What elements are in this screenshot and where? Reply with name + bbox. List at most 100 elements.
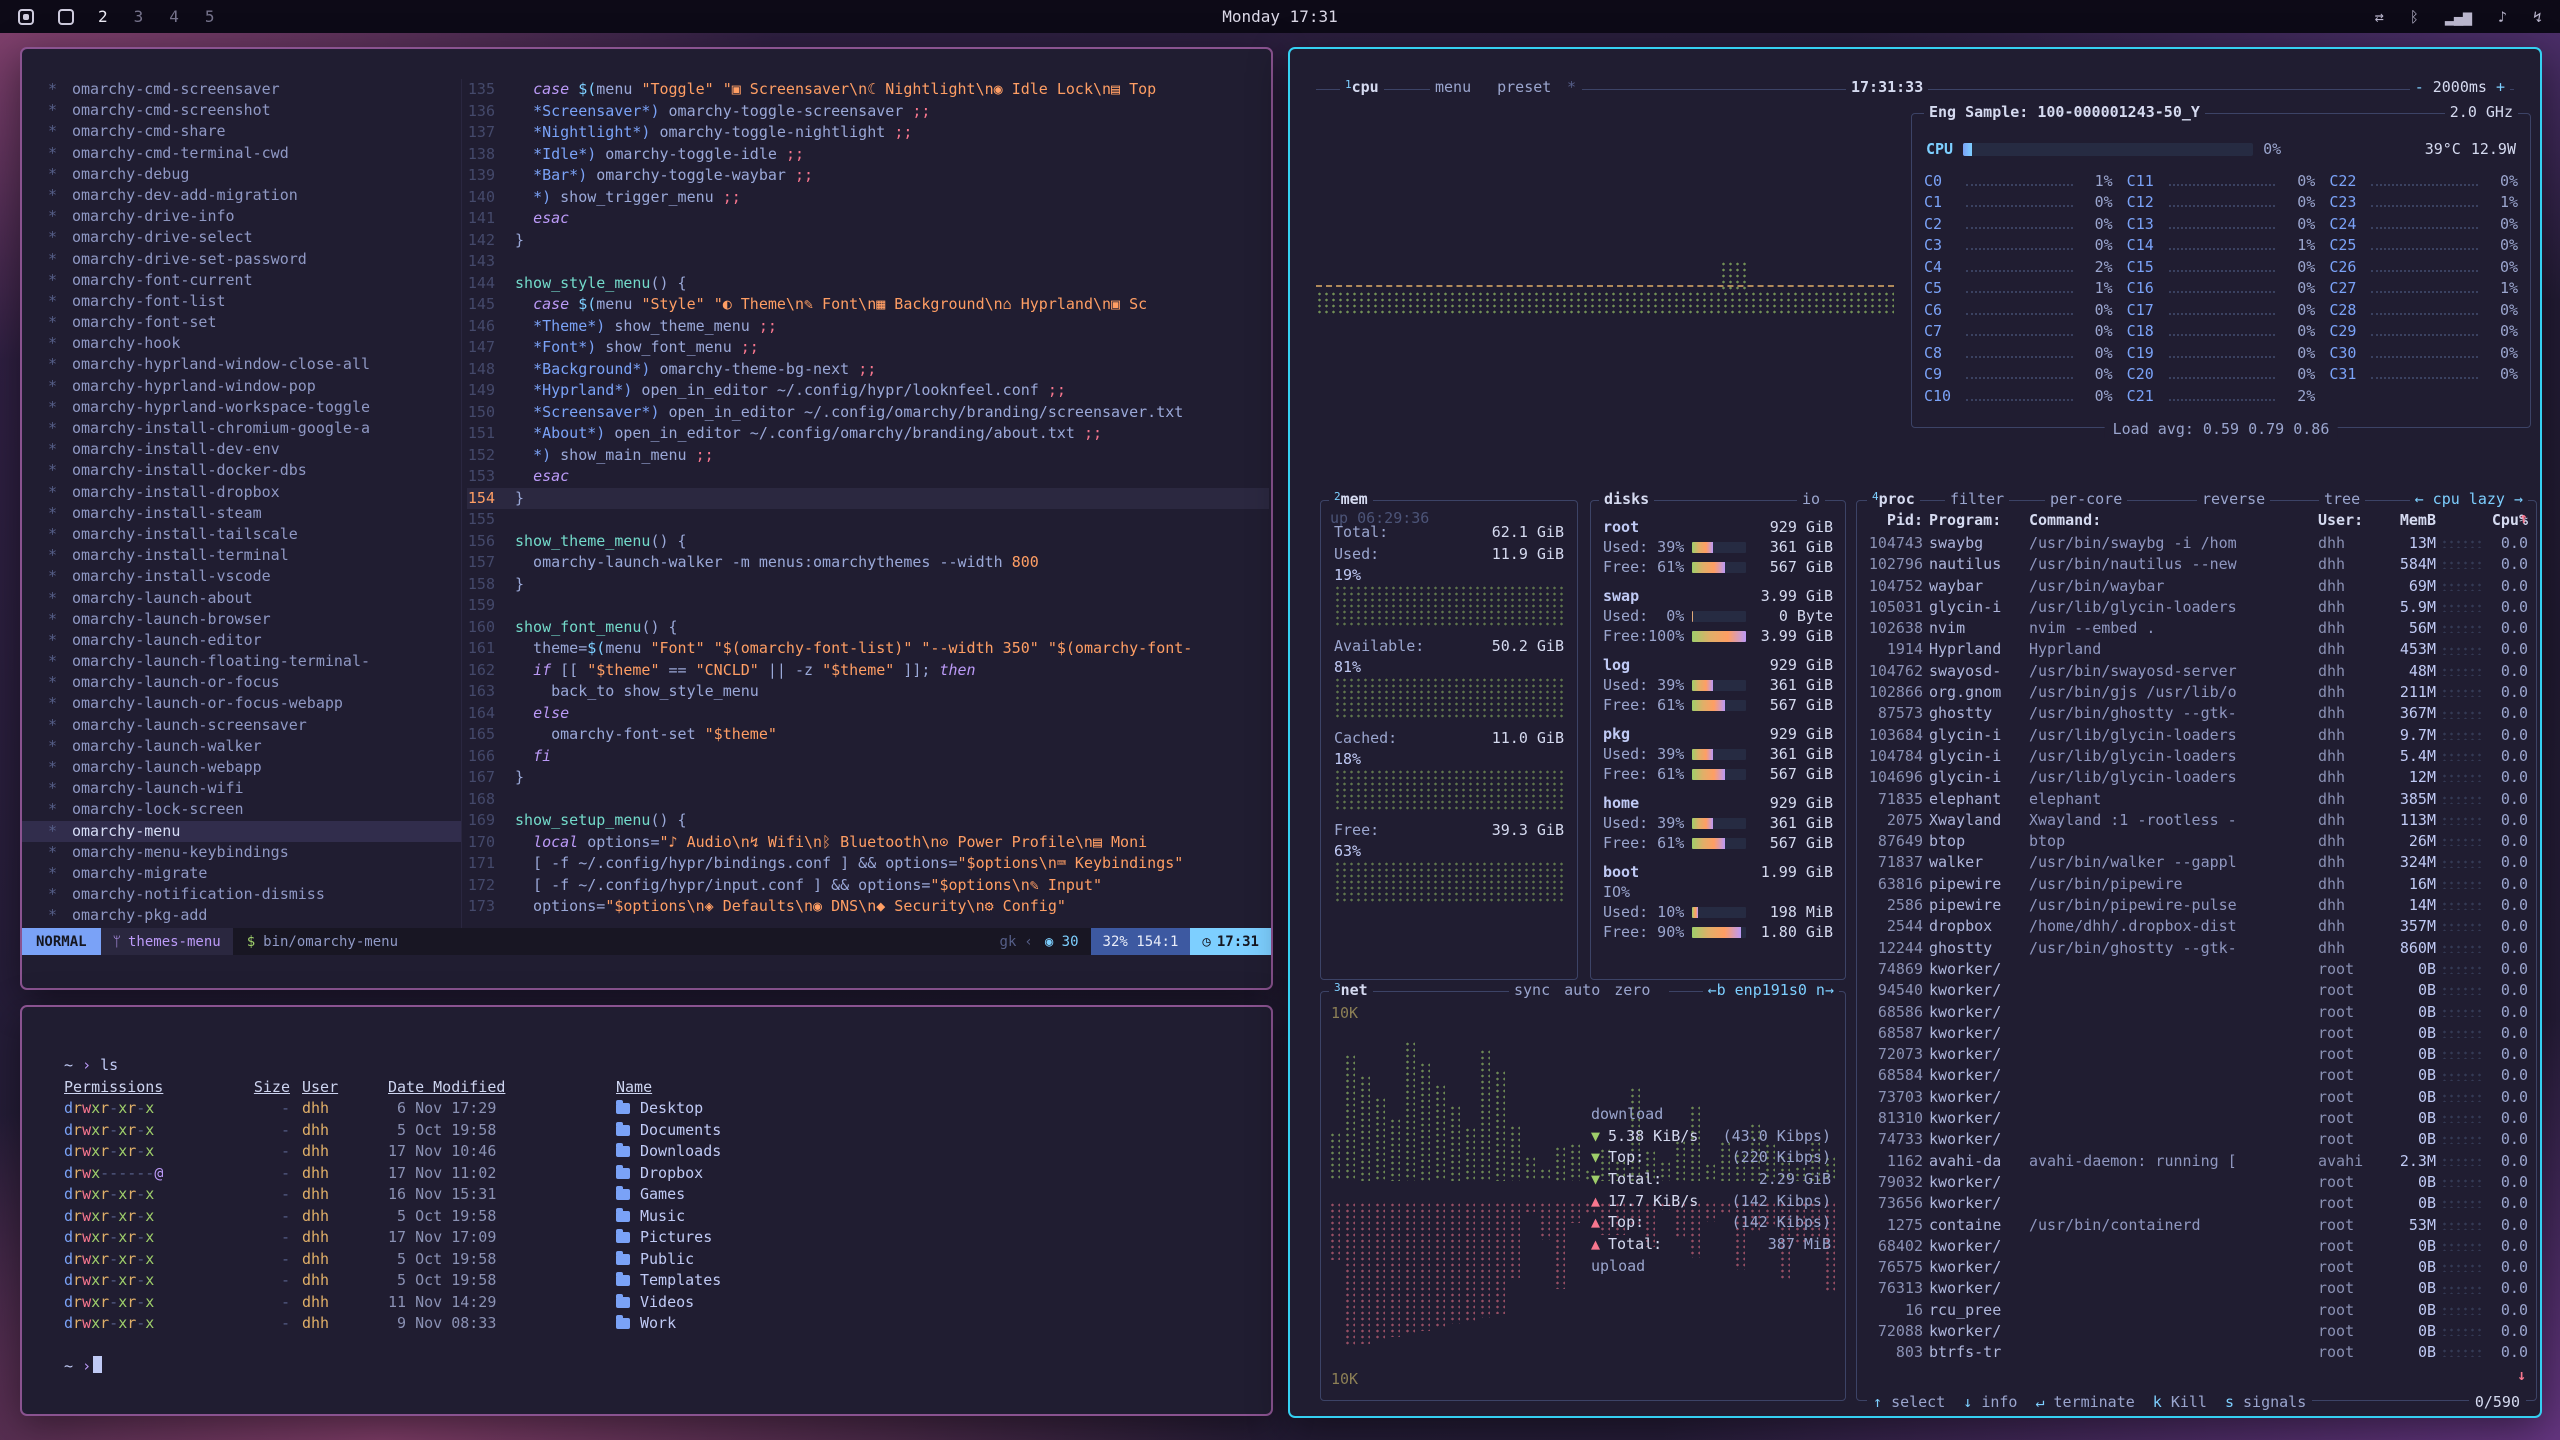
tree-item[interactable]: *omarchy-install-dropbox xyxy=(22,482,461,503)
btop-button-preset[interactable]: preset xyxy=(1497,78,1551,96)
proc-footer-info[interactable]: ↓ info xyxy=(1963,1393,2017,1411)
tree-item[interactable]: *omarchy-font-set xyxy=(22,312,461,333)
process-row[interactable]: 68402kworker/root0B0.0 xyxy=(1857,1236,2536,1257)
tree-item[interactable]: *omarchy-launch-editor xyxy=(22,630,461,651)
process-row[interactable]: 76575kworker/root0B0.0 xyxy=(1857,1257,2536,1278)
tree-item[interactable]: *omarchy-launch-or-focus-webapp xyxy=(22,693,461,714)
tree-item[interactable]: *omarchy-cmd-screenshot xyxy=(22,100,461,121)
process-row[interactable]: 105031glycin-i/usr/lib/glycin-loadersdhh… xyxy=(1857,597,2536,618)
tree-item[interactable]: *omarchy-drive-select xyxy=(22,227,461,248)
process-row[interactable]: 104784glycin-i/usr/lib/glycin-loadersdhh… xyxy=(1857,746,2536,767)
process-row[interactable]: 104743swaybg/usr/bin/swaybg -i /homdhh13… xyxy=(1857,533,2536,554)
process-row[interactable]: 68586kworker/root0B0.0 xyxy=(1857,1002,2536,1023)
proc-footer-select[interactable]: ↑ select xyxy=(1873,1393,1945,1411)
btop-button-menu[interactable]: menu xyxy=(1435,78,1471,96)
net-interface[interactable]: ←b enp191s0 n→ xyxy=(1703,981,1839,999)
tree-item[interactable]: *omarchy-menu xyxy=(22,821,461,842)
process-row[interactable]: 102638nvimnvim --embed .dhh56M0.0 xyxy=(1857,618,2536,639)
process-row[interactable]: 74733kworker/root0B0.0 xyxy=(1857,1129,2536,1150)
process-row[interactable]: 87649btopbtopdhh26M0.0 xyxy=(1857,831,2536,852)
proc-footer-Kill[interactable]: k Kill xyxy=(2153,1393,2207,1411)
process-row[interactable]: 76313kworker/root0B0.0 xyxy=(1857,1278,2536,1299)
process-row[interactable]: 1162avahi-daavahi-daemon: running [avahi… xyxy=(1857,1151,2536,1172)
process-row[interactable]: 803btrfs-trroot0B0.0 xyxy=(1857,1342,2536,1363)
net-button-zero[interactable]: zero xyxy=(1614,981,1650,999)
terminal-window[interactable]: ~ › lsPermissionsSizeUserDate ModifiedNa… xyxy=(20,1005,1273,1416)
tree-item[interactable]: *omarchy-install-dev-env xyxy=(22,439,461,460)
process-row[interactable]: 104762swayosd-/usr/bin/swayosd-serverdhh… xyxy=(1857,661,2536,682)
process-row[interactable]: 16rcu_preeroot0B0.0 xyxy=(1857,1300,2536,1321)
process-row[interactable]: 79032kworker/root0B0.0 xyxy=(1857,1172,2536,1193)
tree-item[interactable]: *omarchy-dev-add-migration xyxy=(22,185,461,206)
tree-item[interactable]: *omarchy-notification-dismiss xyxy=(22,884,461,905)
tree-item[interactable]: *omarchy-launch-or-focus xyxy=(22,672,461,693)
process-row[interactable]: 73703kworker/root0B0.0 xyxy=(1857,1087,2536,1108)
process-row[interactable]: 102866org.gnom/usr/bin/gjs /usr/lib/odhh… xyxy=(1857,682,2536,703)
net-button-sync[interactable]: sync xyxy=(1514,981,1550,999)
process-row[interactable]: 81310kworker/root0B0.0 xyxy=(1857,1108,2536,1129)
process-row[interactable]: 1914HyprlandHyprlanddhh453M0.0 xyxy=(1857,639,2536,660)
process-row[interactable]: 71837walker/usr/bin/walker --gappldhh324… xyxy=(1857,852,2536,873)
tree-item[interactable]: *omarchy-pkg-add xyxy=(22,905,461,926)
tree-item[interactable]: *omarchy-install-tailscale xyxy=(22,524,461,545)
tree-item[interactable]: *omarchy-drive-set-password xyxy=(22,249,461,270)
tree-item[interactable]: *omarchy-install-steam xyxy=(22,503,461,524)
tree-item[interactable]: *omarchy-hyprland-workspace-toggle xyxy=(22,397,461,418)
tree-item[interactable]: *omarchy-menu-keybindings xyxy=(22,842,461,863)
proc-footer-signals[interactable]: s signals xyxy=(2225,1393,2306,1411)
tree-item[interactable]: *omarchy-cmd-screensaver xyxy=(22,79,461,100)
tray-icon-screencast[interactable]: ⇄ xyxy=(2375,8,2384,26)
tree-item[interactable]: *omarchy-install-chromium-google-a xyxy=(22,418,461,439)
io-toggle[interactable]: io xyxy=(1797,490,1825,508)
scroll-down-indicator[interactable]: ↓ xyxy=(2517,1366,2526,1384)
proc-footer-terminate[interactable]: ↵ terminate xyxy=(2035,1393,2134,1411)
tree-item[interactable]: *omarchy-launch-browser xyxy=(22,609,461,630)
process-row[interactable]: 2075XwaylandXwayland :1 -rootless -dhh11… xyxy=(1857,810,2536,831)
tree-item[interactable]: *omarchy-launch-wifi xyxy=(22,778,461,799)
tray-icon-power[interactable]: ↯ xyxy=(2533,8,2542,26)
terminal-prompt-line[interactable]: ~ › xyxy=(64,1356,1271,1378)
proc-tree-button[interactable]: tree xyxy=(2319,490,2365,508)
scroll-up-indicator[interactable]: ↑ xyxy=(2519,509,2528,527)
process-row[interactable]: 2586pipewire/usr/bin/pipewire-pulsedhh14… xyxy=(1857,895,2536,916)
tree-item[interactable]: *omarchy-hyprland-window-pop xyxy=(22,376,461,397)
tree-item[interactable]: *omarchy-lock-screen xyxy=(22,799,461,820)
tree-item[interactable]: *omarchy-launch-about xyxy=(22,588,461,609)
tray-icon-volume[interactable]: ♪ xyxy=(2498,8,2507,26)
process-row[interactable]: 68584kworker/root0B0.0 xyxy=(1857,1065,2536,1086)
process-row[interactable]: 102796nautilus/usr/bin/nautilus --newdhh… xyxy=(1857,554,2536,575)
tree-item[interactable]: *omarchy-install-terminal xyxy=(22,545,461,566)
process-row[interactable]: 104696glycin-i/usr/lib/glycin-loadersdhh… xyxy=(1857,767,2536,788)
code-editor[interactable]: 135 case $(menu "Toggle" "▣ Screensaver\… xyxy=(467,79,1269,924)
process-row[interactable]: 94540kworker/root0B0.0 xyxy=(1857,980,2536,1001)
tree-item[interactable]: *omarchy-hook xyxy=(22,333,461,354)
process-row[interactable]: 71835elephantelephantdhh385M0.0 xyxy=(1857,789,2536,810)
tree-item[interactable]: *omarchy-hyprland-window-close-all xyxy=(22,354,461,375)
tree-item[interactable]: *omarchy-font-list xyxy=(22,291,461,312)
tree-item[interactable]: *omarchy-install-docker-dbs xyxy=(22,460,461,481)
tree-item[interactable]: *omarchy-cmd-terminal-cwd xyxy=(22,143,461,164)
process-row[interactable]: 63816pipewire/usr/bin/pipewiredhh16M0.0 xyxy=(1857,874,2536,895)
tree-item[interactable]: *omarchy-launch-walker xyxy=(22,736,461,757)
proc-filter-button[interactable]: filter xyxy=(1945,490,2009,508)
process-row[interactable]: 72073kworker/root0B0.0 xyxy=(1857,1044,2536,1065)
proc-percore-button[interactable]: per-core xyxy=(2045,490,2127,508)
interval-minus-button[interactable]: - xyxy=(2415,78,2424,96)
process-row[interactable]: 103684glycin-i/usr/lib/glycin-loadersdhh… xyxy=(1857,725,2536,746)
btop-window[interactable]: 1cpu menupreset * 17:31:33 - 2000ms + up… xyxy=(1288,47,2542,1418)
tree-item[interactable]: *omarchy-launch-webapp xyxy=(22,757,461,778)
process-row[interactable]: 74869kworker/root0B0.0 xyxy=(1857,959,2536,980)
process-row[interactable]: 72088kworker/root0B0.0 xyxy=(1857,1321,2536,1342)
tree-item[interactable]: *omarchy-font-current xyxy=(22,270,461,291)
tree-item[interactable]: *omarchy-debug xyxy=(22,164,461,185)
process-row[interactable]: 68587kworker/root0B0.0 xyxy=(1857,1023,2536,1044)
process-row[interactable]: 73656kworker/root0B0.0 xyxy=(1857,1193,2536,1214)
tree-item[interactable]: *omarchy-install-vscode xyxy=(22,566,461,587)
tree-item[interactable]: *omarchy-cmd-share xyxy=(22,121,461,142)
proc-sort-mode[interactable]: ← cpu lazy → xyxy=(2410,490,2528,508)
tray-icon-bluetooth[interactable]: ᛒ xyxy=(2410,8,2419,26)
proc-reverse-button[interactable]: reverse xyxy=(2197,490,2270,508)
process-row[interactable]: 2544dropbox/home/dhh/.dropbox-distdhh357… xyxy=(1857,916,2536,937)
interval-plus-button[interactable]: + xyxy=(2496,78,2505,96)
process-row[interactable]: 1275containe/usr/bin/containerdroot53M0.… xyxy=(1857,1215,2536,1236)
